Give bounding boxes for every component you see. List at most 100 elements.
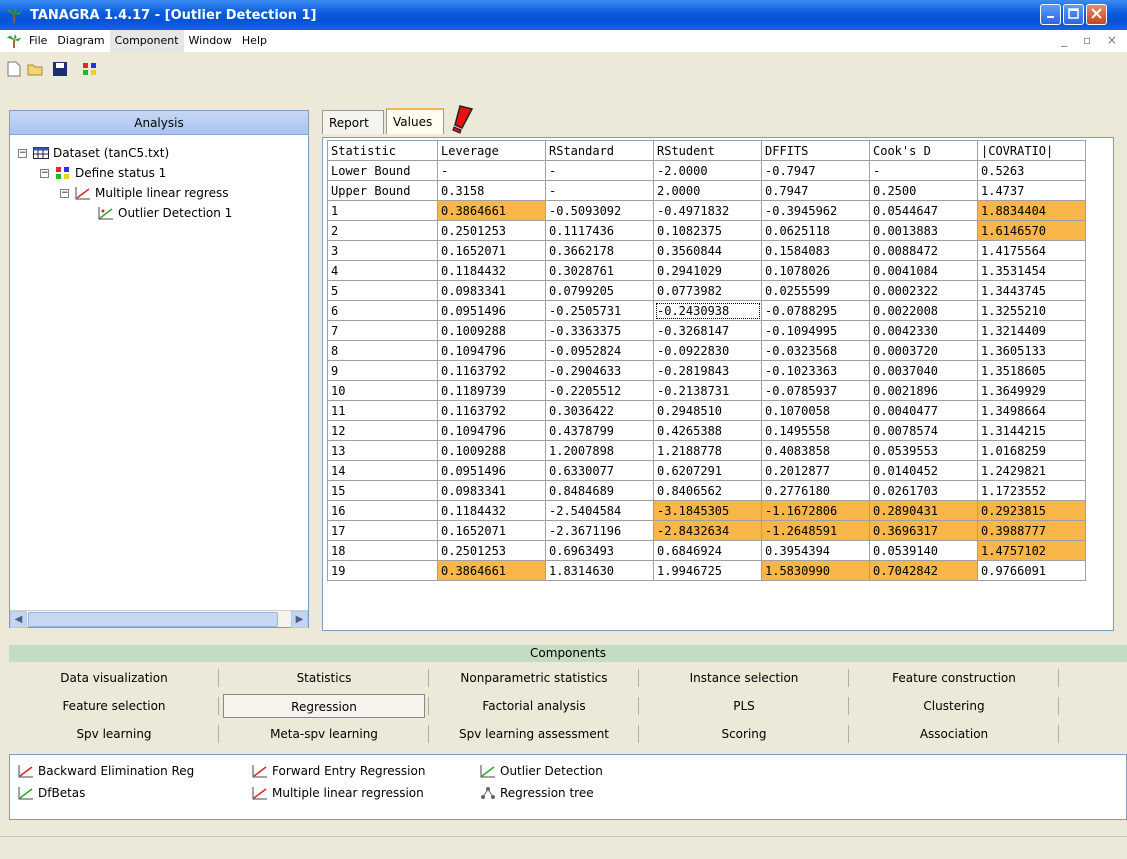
table-cell[interactable]: -0.2205512 (545, 380, 654, 401)
category-feature-construction[interactable]: Feature construction (853, 666, 1055, 690)
table-cell[interactable]: 0.5263 (977, 160, 1086, 181)
table-cell[interactable]: 0.2890431 (869, 500, 978, 521)
table-cell[interactable]: -0.7947 (761, 160, 870, 181)
table-cell[interactable]: 0.3864661 (437, 560, 546, 581)
scrollbar-thumb[interactable] (28, 612, 278, 627)
collapse-icon[interactable]: − (40, 168, 49, 178)
category-data-visualization[interactable]: Data visualization (13, 666, 215, 690)
table-cell[interactable]: -3.1845305 (653, 500, 762, 521)
table-cell[interactable]: 0.1009288 (437, 320, 546, 341)
table-cell[interactable]: 0.1070058 (761, 400, 870, 421)
table-cell[interactable]: 1.9946725 (653, 560, 762, 581)
category-nonparametric-statistics[interactable]: Nonparametric statistics (433, 666, 635, 690)
category-association[interactable]: Association (853, 722, 1055, 746)
open-file-button[interactable] (26, 60, 46, 80)
row-label-cell[interactable]: 9 (327, 360, 438, 381)
row-label-cell[interactable]: 18 (327, 540, 438, 561)
table-cell[interactable]: -0.2505731 (545, 300, 654, 321)
table-cell[interactable]: 0.7947 (761, 180, 870, 201)
table-cell[interactable]: 0.1009288 (437, 440, 546, 461)
table-cell[interactable]: 0.0539553 (869, 440, 978, 461)
table-cell[interactable]: -2.0000 (653, 160, 762, 181)
table-cell[interactable]: 0.1184432 (437, 500, 546, 521)
column-header[interactable]: Leverage (437, 140, 546, 161)
minimize-button[interactable] (1040, 4, 1061, 25)
table-cell[interactable]: 0.2776180 (761, 480, 870, 501)
table-cell[interactable]: 1.0168259 (977, 440, 1086, 461)
table-cell[interactable]: - (437, 160, 546, 181)
table-cell[interactable]: 0.6846924 (653, 540, 762, 561)
table-cell[interactable]: 0.0040477 (869, 400, 978, 421)
table-cell[interactable]: 1.2188778 (653, 440, 762, 461)
table-cell[interactable]: 0.7042842 (869, 560, 978, 581)
table-cell[interactable]: -0.2904633 (545, 360, 654, 381)
category-feature-selection[interactable]: Feature selection (13, 694, 215, 718)
table-cell[interactable]: 1.3649929 (977, 380, 1086, 401)
table-cell[interactable]: -0.3268147 (653, 320, 762, 341)
tree-item-outlier-detection[interactable]: Outlier Detection 1 (98, 203, 232, 223)
table-cell[interactable]: 0.4083858 (761, 440, 870, 461)
table-cell[interactable]: -0.0785937 (761, 380, 870, 401)
table-cell[interactable]: 1.5830990 (761, 560, 870, 581)
row-label-cell[interactable]: 2 (327, 220, 438, 241)
category-spv-learning[interactable]: Spv learning (13, 722, 215, 746)
table-cell[interactable]: -0.5093092 (545, 200, 654, 221)
table-cell[interactable]: 0.1078026 (761, 260, 870, 281)
table-cell[interactable]: 1.2429821 (977, 460, 1086, 481)
row-label-cell[interactable]: 7 (327, 320, 438, 341)
table-cell[interactable]: 0.0078574 (869, 420, 978, 441)
table-cell[interactable]: 0.0773982 (653, 280, 762, 301)
row-label-cell[interactable]: 14 (327, 460, 438, 481)
table-cell[interactable]: 0.0140452 (869, 460, 978, 481)
row-label-cell[interactable]: 10 (327, 380, 438, 401)
table-cell[interactable]: -2.5404584 (545, 500, 654, 521)
component-outlier-detection[interactable]: Outlier Detection (480, 761, 603, 781)
execute-button[interactable] (80, 60, 100, 80)
table-cell[interactable]: 0.0625118 (761, 220, 870, 241)
tree-item-multiple-linear-regression[interactable]: − Multiple linear regress (60, 183, 228, 203)
component-multiple-linear-regression[interactable]: Multiple linear regression (252, 783, 424, 803)
table-cell[interactable]: 2.0000 (653, 180, 762, 201)
table-cell[interactable]: 0.2948510 (653, 400, 762, 421)
table-cell[interactable]: 0.0022008 (869, 300, 978, 321)
table-cell[interactable]: 0.4378799 (545, 420, 654, 441)
tree-item-dataset[interactable]: − Dataset (tanC5.txt) (18, 143, 169, 163)
table-cell[interactable]: 1.4737 (977, 180, 1086, 201)
table-cell[interactable]: -1.2648591 (761, 520, 870, 541)
table-cell[interactable]: -0.2819843 (653, 360, 762, 381)
new-file-button[interactable] (4, 60, 24, 80)
tab-report[interactable]: Report (322, 110, 384, 134)
scroll-right-icon[interactable]: ▶ (291, 611, 308, 628)
table-cell[interactable]: 1.3255210 (977, 300, 1086, 321)
table-cell[interactable]: 0.0261703 (869, 480, 978, 501)
row-label-cell[interactable]: 3 (327, 240, 438, 261)
component-regression-tree[interactable]: Regression tree (480, 783, 594, 803)
table-cell[interactable]: 1.3144215 (977, 420, 1086, 441)
table-cell[interactable]: 0.0983341 (437, 480, 546, 501)
component-forward-entry[interactable]: Forward Entry Regression (252, 761, 425, 781)
table-cell[interactable]: 0.3696317 (869, 520, 978, 541)
row-label-cell[interactable]: 16 (327, 500, 438, 521)
table-cell[interactable]: 0.3158 (437, 180, 546, 201)
table-cell[interactable]: -0.0922830 (653, 340, 762, 361)
table-cell[interactable]: 1.3498664 (977, 400, 1086, 421)
table-cell[interactable]: 0.0042330 (869, 320, 978, 341)
row-label-cell[interactable]: 1 (327, 200, 438, 221)
table-cell[interactable]: 0.2012877 (761, 460, 870, 481)
table-cell[interactable]: 0.3560844 (653, 240, 762, 261)
table-cell[interactable]: -0.4971832 (653, 200, 762, 221)
table-cell[interactable]: 0.3864661 (437, 200, 546, 221)
column-header[interactable]: Cook's D (869, 140, 978, 161)
category-pls[interactable]: PLS (643, 694, 845, 718)
row-label-cell[interactable]: 15 (327, 480, 438, 501)
table-cell[interactable]: 0.2500 (869, 180, 978, 201)
table-cell[interactable]: -2.8432634 (653, 520, 762, 541)
row-label-cell[interactable]: 4 (327, 260, 438, 281)
table-cell[interactable]: - (545, 160, 654, 181)
table-cell[interactable]: 0.6330077 (545, 460, 654, 481)
table-cell[interactable]: 0.1117436 (545, 220, 654, 241)
table-cell[interactable]: 0.0041084 (869, 260, 978, 281)
table-cell[interactable]: 0.6963493 (545, 540, 654, 561)
row-label-cell[interactable]: 17 (327, 520, 438, 541)
table-cell[interactable]: 0.8484689 (545, 480, 654, 501)
